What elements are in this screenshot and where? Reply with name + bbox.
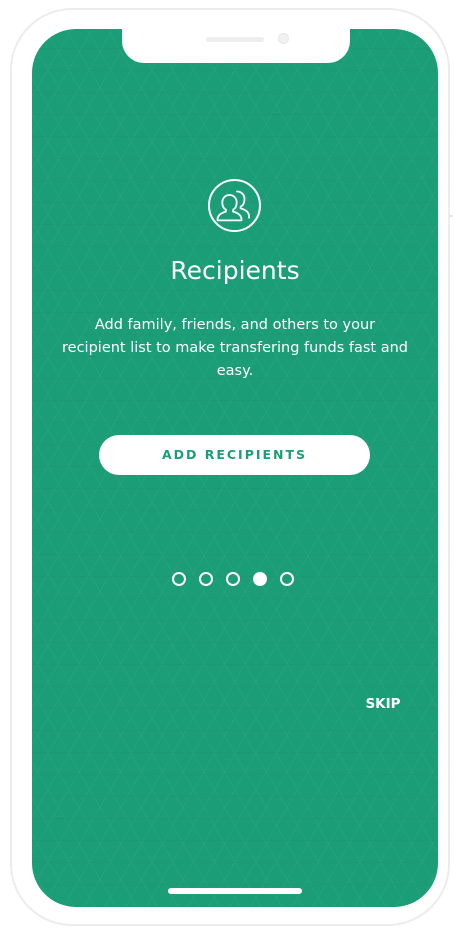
- phone-side-button: [450, 215, 453, 217]
- home-indicator[interactable]: [168, 888, 302, 894]
- people-icon: [207, 178, 262, 233]
- pagination-dot-5[interactable]: [280, 572, 294, 586]
- page-title: Recipients: [170, 256, 300, 285]
- phone-speaker: [206, 37, 264, 42]
- pagination-dot-4[interactable]: [253, 572, 267, 586]
- phone-camera: [278, 33, 289, 44]
- pagination-dot-1[interactable]: [172, 572, 186, 586]
- add-recipients-button[interactable]: ADD RECIPIENTS: [99, 435, 370, 475]
- pagination-dot-3[interactable]: [226, 572, 240, 586]
- pagination-dot-2[interactable]: [199, 572, 213, 586]
- phone-notch: [122, 29, 350, 63]
- onboarding-description: Add family, friends, and others to your …: [62, 317, 408, 379]
- pagination-dots: [172, 572, 298, 588]
- skip-button[interactable]: SKIP: [350, 696, 416, 712]
